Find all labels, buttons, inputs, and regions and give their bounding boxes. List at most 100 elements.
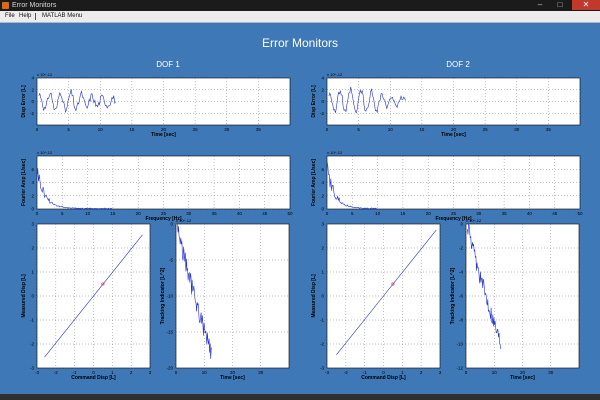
y-tick-label: -3	[320, 366, 324, 371]
x-tick-label: 5	[351, 211, 354, 216]
y-tick-label: -10	[456, 342, 463, 347]
axes-2: 0 5 10 15 20 25 30 35 40 45 500246Frequency [Hz]Fo…	[21, 150, 293, 222]
x-tick-label: 15	[419, 127, 425, 132]
x-tick-label: 40	[237, 211, 243, 216]
y-tick-label: -5	[169, 258, 173, 263]
y-tick-label: -15	[166, 330, 173, 335]
app-window: Error Monitors – □ ✕ File Help MATLAB Me…	[0, 0, 600, 400]
y-axis-label: Disp Error [L]	[21, 85, 27, 118]
x-tick-label: 5	[357, 127, 360, 132]
x-tick-label: 10	[202, 370, 208, 375]
x-axis-label: Time [sec]	[510, 375, 535, 381]
x-tick-label: 40	[527, 211, 533, 216]
y-tick-label: -4	[459, 270, 463, 275]
x-tick-label: 30	[186, 211, 192, 216]
y-tick-label: 0	[31, 99, 34, 104]
y-tick-label: 6	[31, 167, 34, 172]
y-tick-label: 2	[321, 193, 324, 198]
y-axis-label: Tracking Indicator [L^2]	[450, 267, 456, 324]
x-tick-label: 15	[110, 211, 116, 216]
y-tick-label: -2	[30, 111, 34, 116]
x-axis-label: Time [sec]	[151, 132, 176, 138]
y-tick-label: 6	[321, 167, 324, 172]
y-tick-label: 1	[31, 270, 34, 275]
axes-3: -3 -2 -1 0 1 2 3-3-2-10123Command Disp [L]Meas…	[21, 222, 152, 382]
x-tick-label: 45	[552, 211, 558, 216]
y-tick-label: -3	[30, 366, 34, 371]
x-tick-label: 25	[483, 127, 489, 132]
plots-canvas: 0 5 10 15 20 25 30 35-2024Time [sec]Disp Error …	[21, 72, 583, 382]
x-axis-label: Time [sec]	[220, 375, 245, 381]
y-tick-label: 2	[31, 87, 34, 92]
y-axis-label: Fourier Amp [L/sec]	[21, 159, 27, 206]
x-tick-label: 30	[514, 127, 520, 132]
y-axis-label: Tracking Indicator [L^2]	[160, 267, 166, 324]
window-bottom-edge	[0, 394, 600, 400]
y-axis-label: Measured Disp [L]	[21, 274, 27, 318]
x-tick-label: 50	[287, 211, 293, 216]
x-tick-label: 0	[326, 127, 329, 132]
x-tick-label: -3	[325, 370, 329, 375]
x-tick-label: 2	[130, 370, 133, 375]
x-tick-label: 0	[175, 370, 178, 375]
x-tick-label: 5	[61, 211, 64, 216]
y-tick-label: -6	[459, 294, 463, 299]
x-tick-label: 2	[420, 370, 423, 375]
x-tick-label: 25	[193, 127, 199, 132]
x-tick-label: 35	[502, 211, 508, 216]
x-tick-label: 0	[465, 370, 468, 375]
x-tick-label: 30	[476, 211, 482, 216]
x-tick-label: 15	[129, 127, 135, 132]
x-tick-label: 50	[577, 211, 583, 216]
axis-exponent-label: x 10^-12	[37, 150, 53, 155]
y-tick-label: -8	[459, 318, 463, 323]
x-tick-label: 10	[98, 127, 104, 132]
x-tick-label: -3	[35, 370, 39, 375]
y-axis-label: Disp Error [L]	[311, 85, 317, 118]
y-tick-label: 3	[321, 222, 324, 227]
y-tick-label: 2	[321, 87, 324, 92]
y-tick-label: -20	[166, 366, 173, 371]
x-tick-label: 45	[262, 211, 268, 216]
y-tick-label: 0	[31, 294, 34, 299]
y-tick-label: 2	[321, 246, 324, 251]
x-tick-label: 30	[224, 127, 230, 132]
x-tick-label: 0	[326, 211, 329, 216]
x-tick-label: -2	[344, 370, 348, 375]
y-tick-label: -2	[320, 342, 324, 347]
axis-exponent-label: x 10^-12	[466, 218, 482, 223]
y-tick-label: 2	[31, 246, 34, 251]
y-tick-label: -1	[320, 318, 324, 323]
y-tick-label: 0	[170, 222, 173, 227]
x-tick-label: 15	[400, 211, 406, 216]
x-tick-label: 10	[492, 370, 498, 375]
x-tick-label: 20	[426, 211, 432, 216]
y-tick-label: 0	[321, 294, 324, 299]
x-tick-label: 3	[439, 370, 442, 375]
x-tick-label: 20	[136, 211, 142, 216]
axes-8: 0 10 20 30-12-10-8-6-4-20Time [sec]Tracking…	[450, 218, 580, 381]
axes-7: -3 -2 -1 0 1 2 3-3-2-10123Command Disp [L]Meas…	[311, 222, 442, 382]
y-tick-label: 0	[31, 207, 34, 212]
axes-6: 0 5 10 15 20 25 30 35 40 45 500246Frequency [Hz]Fo…	[311, 150, 583, 222]
axes-4: 0 10 20 30-20-15-10-50Time [sec]Tracking In…	[160, 218, 290, 381]
axis-exponent-label: x 10^-12	[37, 72, 53, 77]
axes-1: 0 5 10 15 20 25 30 35-2024Time [sec]Disp Error …	[21, 72, 291, 138]
y-tick-label: 0	[321, 99, 324, 104]
x-tick-label: 10	[388, 127, 394, 132]
y-axis-label: Measured Disp [L]	[311, 274, 317, 318]
x-tick-label: 10	[375, 211, 381, 216]
y-tick-label: 2	[31, 193, 34, 198]
y-axis-label: Fourier Amp [L/sec]	[311, 159, 317, 206]
y-tick-label: 3	[31, 222, 34, 227]
x-tick-label: -2	[54, 370, 58, 375]
x-axis-label: Time [sec]	[441, 132, 466, 138]
x-tick-label: 0	[36, 127, 39, 132]
y-tick-label: -2	[459, 246, 463, 251]
axis-exponent-label: x 10^-12	[327, 72, 343, 77]
x-tick-label: 35	[546, 127, 552, 132]
y-tick-label: 4	[321, 76, 324, 81]
y-tick-label: -10	[166, 294, 173, 299]
y-tick-label: 1	[321, 270, 324, 275]
x-tick-label: 10	[85, 211, 91, 216]
